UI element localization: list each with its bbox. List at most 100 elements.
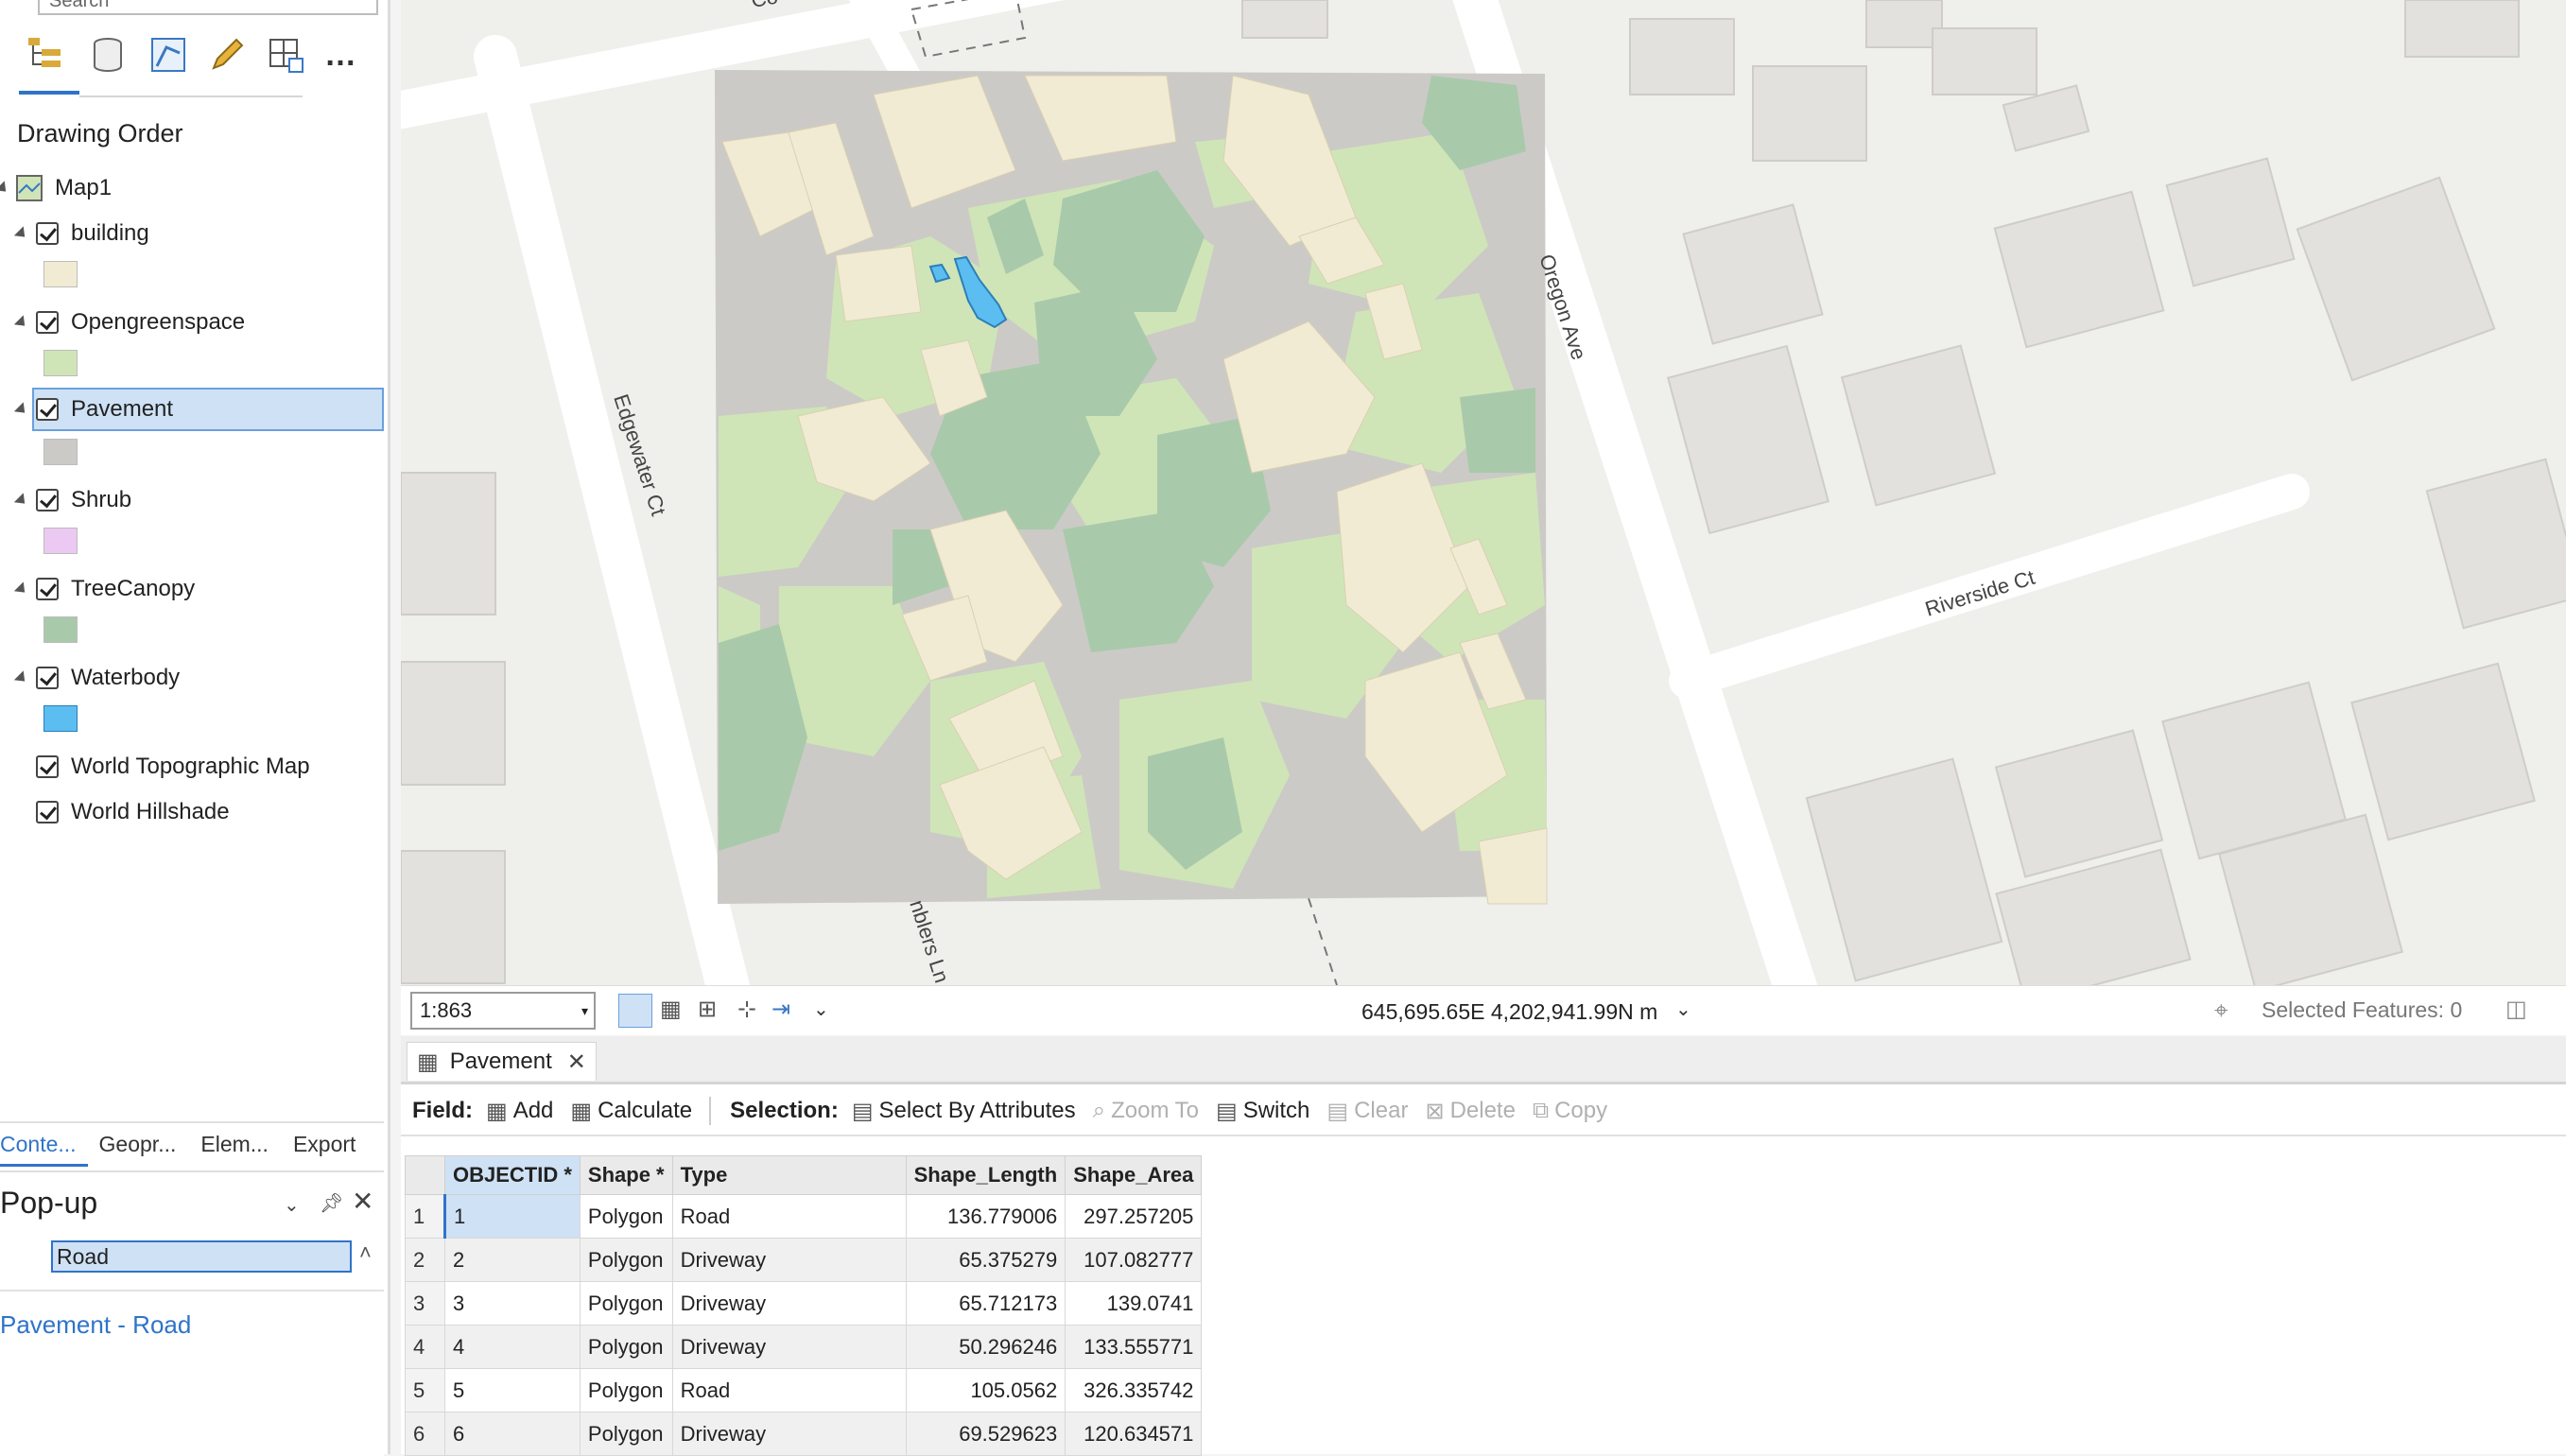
symbol-swatch-shrub[interactable] <box>43 528 78 554</box>
layer-visibility-checkbox[interactable] <box>36 398 59 421</box>
symbol-swatch-building[interactable] <box>43 261 78 287</box>
cell-type[interactable]: Driveway <box>671 1281 907 1326</box>
cell-shape-area[interactable]: 107.082777 <box>1065 1238 1203 1282</box>
cell-type[interactable]: Road <box>671 1368 907 1413</box>
toc-layer-waterbody[interactable]: Waterbody <box>0 656 384 700</box>
coordinate-format-chevron-icon[interactable]: ⌄ <box>1675 997 1691 1021</box>
selected-features-count[interactable]: Selected Features: 0 <box>2262 997 2462 1023</box>
toc-layer-shrub[interactable]: Shrub <box>0 478 384 522</box>
row-number[interactable]: 2 <box>405 1238 445 1282</box>
snapping-icon[interactable]: ⊞ <box>698 996 717 1023</box>
symbol-swatch-treecanopy[interactable] <box>43 616 78 643</box>
row-number[interactable]: 5 <box>405 1368 445 1413</box>
collapse-icon[interactable] <box>13 669 30 686</box>
delete-selection-button[interactable]: ⊠ Delete <box>1425 1098 1515 1125</box>
layer-visibility-checkbox[interactable] <box>36 801 59 823</box>
table-row[interactable]: 6 6 Polygon Driveway 69.529623 120.63457… <box>405 1412 1203 1456</box>
clear-selection-button[interactable]: ▤ Clear <box>1326 1098 1408 1125</box>
toc-layer-pavement-content[interactable]: Pavement <box>0 388 384 431</box>
cell-shape[interactable]: Polygon <box>579 1325 673 1369</box>
cell-objectid[interactable]: 6 <box>444 1412 581 1456</box>
zoom-to-button[interactable]: ⌕ Zoom To <box>1093 1098 1199 1124</box>
list-by-drawing-order-icon[interactable] <box>23 32 68 78</box>
column-header-shape-area[interactable]: Shape_Area <box>1065 1155 1203 1195</box>
add-field-button[interactable]: ▦ Add <box>486 1098 553 1125</box>
map-view[interactable]: Edgewater Ct Oregon Ave Riverside Ct nbl… <box>401 0 2566 985</box>
cell-shape-length[interactable]: 65.712173 <box>905 1281 1066 1326</box>
collapse-icon[interactable] <box>13 492 30 509</box>
cell-shape-area[interactable]: 326.335742 <box>1065 1368 1203 1413</box>
tab-export[interactable]: Export <box>282 1123 369 1167</box>
refresh-icon[interactable]: ◫ <box>2505 996 2527 1023</box>
toc-layer-opengreenspace[interactable]: Opengreenspace <box>0 301 384 344</box>
row-number[interactable]: 1 <box>405 1194 445 1239</box>
close-icon[interactable]: ✕ <box>567 1049 586 1076</box>
layer-visibility-checkbox[interactable] <box>36 222 59 245</box>
layer-visibility-checkbox[interactable] <box>36 667 59 689</box>
close-icon[interactable]: ✕ <box>352 1186 373 1217</box>
cell-type[interactable]: Driveway <box>671 1325 907 1369</box>
north-arrow-icon[interactable]: ⇥ <box>772 996 790 1023</box>
table-row[interactable]: 4 4 Polygon Driveway 50.296246 133.55577… <box>405 1325 1203 1369</box>
chevron-down-icon[interactable]: ⌄ <box>284 1193 300 1217</box>
cell-shape-length[interactable]: 69.529623 <box>905 1412 1066 1456</box>
symbol-swatch-pavement[interactable] <box>43 439 78 465</box>
layer-visibility-checkbox[interactable] <box>36 755 59 778</box>
column-header-objectid[interactable]: OBJECTID * <box>444 1155 581 1195</box>
collapse-icon[interactable] <box>13 581 30 598</box>
layer-visibility-checkbox[interactable] <box>36 311 59 334</box>
layer-visibility-checkbox[interactable] <box>36 489 59 511</box>
layer-visibility-checkbox[interactable] <box>36 578 59 600</box>
cell-shape[interactable]: Polygon <box>579 1194 673 1239</box>
cell-type[interactable]: Driveway <box>671 1238 907 1282</box>
collapse-icon[interactable] <box>0 180 11 197</box>
cell-shape-area[interactable]: 139.0741 <box>1065 1281 1203 1326</box>
list-by-selection-icon[interactable] <box>146 32 191 78</box>
cell-shape-length[interactable]: 105.0562 <box>905 1368 1066 1413</box>
column-header-shape[interactable]: Shape * <box>579 1155 673 1195</box>
cell-shape[interactable]: Polygon <box>579 1412 673 1456</box>
popup-feature-link[interactable]: Pavement - Road <box>0 1310 191 1340</box>
table-row[interactable]: 2 2 Polygon Driveway 65.375279 107.08277… <box>405 1238 1203 1282</box>
cell-shape-area[interactable]: 297.257205 <box>1065 1194 1203 1239</box>
toc-layer-building[interactable]: building <box>0 212 384 255</box>
list-by-source-icon[interactable] <box>85 32 130 78</box>
map-canvas[interactable]: Edgewater Ct Oregon Ave Riverside Ct nbl… <box>401 0 2566 985</box>
cell-type[interactable]: Road <box>671 1194 907 1239</box>
cell-shape[interactable]: Polygon <box>579 1281 673 1326</box>
cell-shape-length[interactable]: 136.779006 <box>905 1194 1066 1239</box>
dropdown-arrow-icon[interactable]: ▾ <box>581 994 588 1028</box>
table-row[interactable]: 5 5 Polygon Road 105.0562 326.335742 <box>405 1368 1203 1413</box>
toc-map-item[interactable]: Map1 <box>0 166 384 210</box>
tab-geoprocessing[interactable]: Geopr... <box>88 1123 190 1167</box>
cell-objectid[interactable]: 5 <box>444 1368 581 1413</box>
row-number[interactable]: 4 <box>405 1325 445 1369</box>
column-header-shape-length[interactable]: Shape_Length <box>905 1155 1066 1195</box>
scale-selector[interactable]: 1:863 ▾ <box>410 992 596 1030</box>
table-tab-pavement[interactable]: ▦ Pavement ✕ <box>407 1042 597 1081</box>
search-input[interactable]: Search <box>38 0 378 15</box>
cell-shape[interactable]: Polygon <box>579 1238 673 1282</box>
list-by-editing-icon[interactable] <box>204 32 250 78</box>
collapse-icon[interactable] <box>13 314 30 331</box>
switch-selection-button[interactable]: ▤ Switch <box>1216 1098 1309 1125</box>
cell-shape-area[interactable]: 120.634571 <box>1065 1412 1203 1456</box>
cell-shape-area[interactable]: 133.555771 <box>1065 1325 1203 1369</box>
cell-objectid[interactable]: 1 <box>443 1194 581 1239</box>
collapse-icon[interactable] <box>13 225 30 242</box>
symbol-swatch-waterbody[interactable] <box>43 705 78 732</box>
toc-layer-treecanopy[interactable]: TreeCanopy <box>0 567 384 611</box>
grid-icon[interactable] <box>618 994 652 1028</box>
cell-objectid[interactable]: 3 <box>444 1281 581 1326</box>
chevron-down-icon[interactable]: ⌄ <box>813 997 829 1021</box>
cell-shape-length[interactable]: 65.375279 <box>905 1238 1066 1282</box>
more-icon[interactable]: … <box>318 32 363 78</box>
cell-objectid[interactable]: 2 <box>444 1238 581 1282</box>
table-row[interactable]: 1 1 Polygon Road 136.779006 297.257205 <box>405 1194 1203 1239</box>
symbol-swatch-opengreenspace[interactable] <box>43 350 78 376</box>
cell-shape[interactable]: Polygon <box>579 1368 673 1413</box>
select-all-corner[interactable] <box>405 1155 445 1195</box>
select-by-attributes-button[interactable]: ▤ Select By Attributes <box>852 1098 1076 1125</box>
chevron-up-icon[interactable]: ˄ <box>359 1240 372 1265</box>
toc-layer-world-topographic-map[interactable]: World Topographic Map <box>0 745 384 789</box>
